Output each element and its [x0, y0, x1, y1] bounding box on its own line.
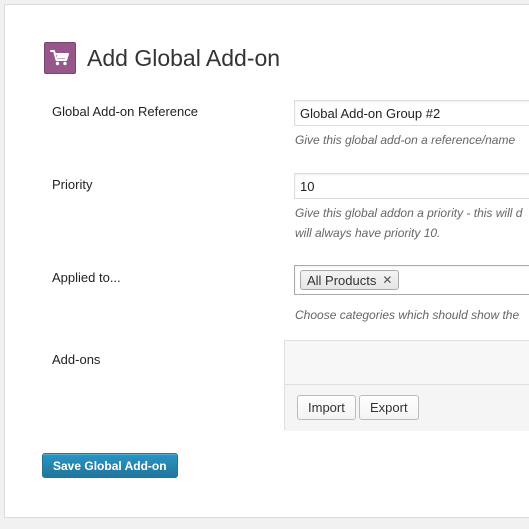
- addons-label: Add-ons: [52, 352, 101, 367]
- save-global-addon-button[interactable]: Save Global Add-on: [42, 453, 178, 478]
- page-title: Add Global Add-on: [87, 44, 281, 71]
- priority-input[interactable]: [294, 173, 529, 199]
- applied-to-description: Choose categories which should show the: [295, 308, 520, 322]
- addons-panel: Import Export: [284, 340, 529, 431]
- main-panel: [4, 4, 529, 518]
- selected-tag-label: All Products: [307, 272, 377, 288]
- applied-to-label: Applied to...: [52, 270, 121, 285]
- export-button[interactable]: Export: [359, 395, 419, 420]
- page-header: Add Global Add-on: [44, 42, 280, 74]
- reference-label: Global Add-on Reference: [52, 104, 198, 119]
- priority-description-line2: will always have priority 10.: [295, 226, 441, 240]
- reference-description: Give this global add-on a reference/name: [295, 133, 516, 147]
- remove-tag-icon[interactable]: ✕: [382, 273, 392, 287]
- applied-to-select[interactable]: All Products ✕: [294, 265, 529, 295]
- shopping-cart-icon: [44, 42, 76, 74]
- addons-toolbar: Import Export: [285, 384, 529, 431]
- priority-description-line1: Give this global addon a priority - this…: [295, 206, 523, 220]
- import-button[interactable]: Import: [297, 395, 356, 420]
- priority-label: Priority: [52, 177, 93, 192]
- reference-input[interactable]: [294, 100, 529, 126]
- selected-tag: All Products ✕: [300, 270, 400, 290]
